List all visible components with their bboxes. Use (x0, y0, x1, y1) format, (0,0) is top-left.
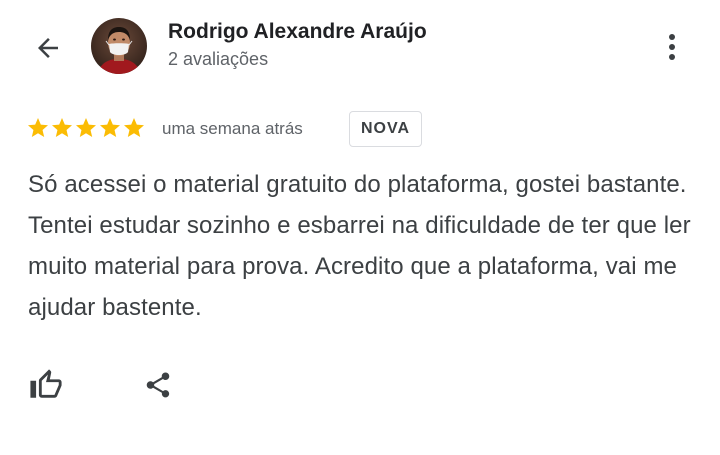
avatar[interactable] (91, 18, 147, 74)
star-icon (100, 118, 120, 137)
star-icon (76, 118, 96, 137)
new-badge: NOVA (349, 111, 423, 147)
author-name[interactable]: Rodrigo Alexandre Araújo (168, 20, 427, 44)
review-meta: uma semana atrás NOVA (26, 110, 706, 148)
review-time: uma semana atrás (162, 119, 303, 138)
avatar-image (91, 18, 147, 74)
review-header: Rodrigo Alexandre Araújo 2 avaliações (0, 0, 720, 95)
star-icon (28, 118, 48, 137)
back-button[interactable] (30, 30, 66, 66)
thumb-up-icon (30, 369, 62, 398)
like-button[interactable] (26, 365, 66, 405)
star-icon (124, 118, 144, 137)
share-icon (146, 372, 170, 398)
review-actions (0, 360, 720, 410)
star-rating (26, 116, 146, 140)
review-count: 2 avaliações (168, 49, 269, 69)
share-button[interactable] (138, 365, 178, 405)
star-icon (52, 118, 72, 137)
arrow-back-icon (38, 38, 58, 58)
review-text: Só acessei o material gratuito do plataf… (28, 171, 691, 321)
more-options-button[interactable] (658, 28, 686, 66)
more-vert-icon (669, 34, 675, 60)
